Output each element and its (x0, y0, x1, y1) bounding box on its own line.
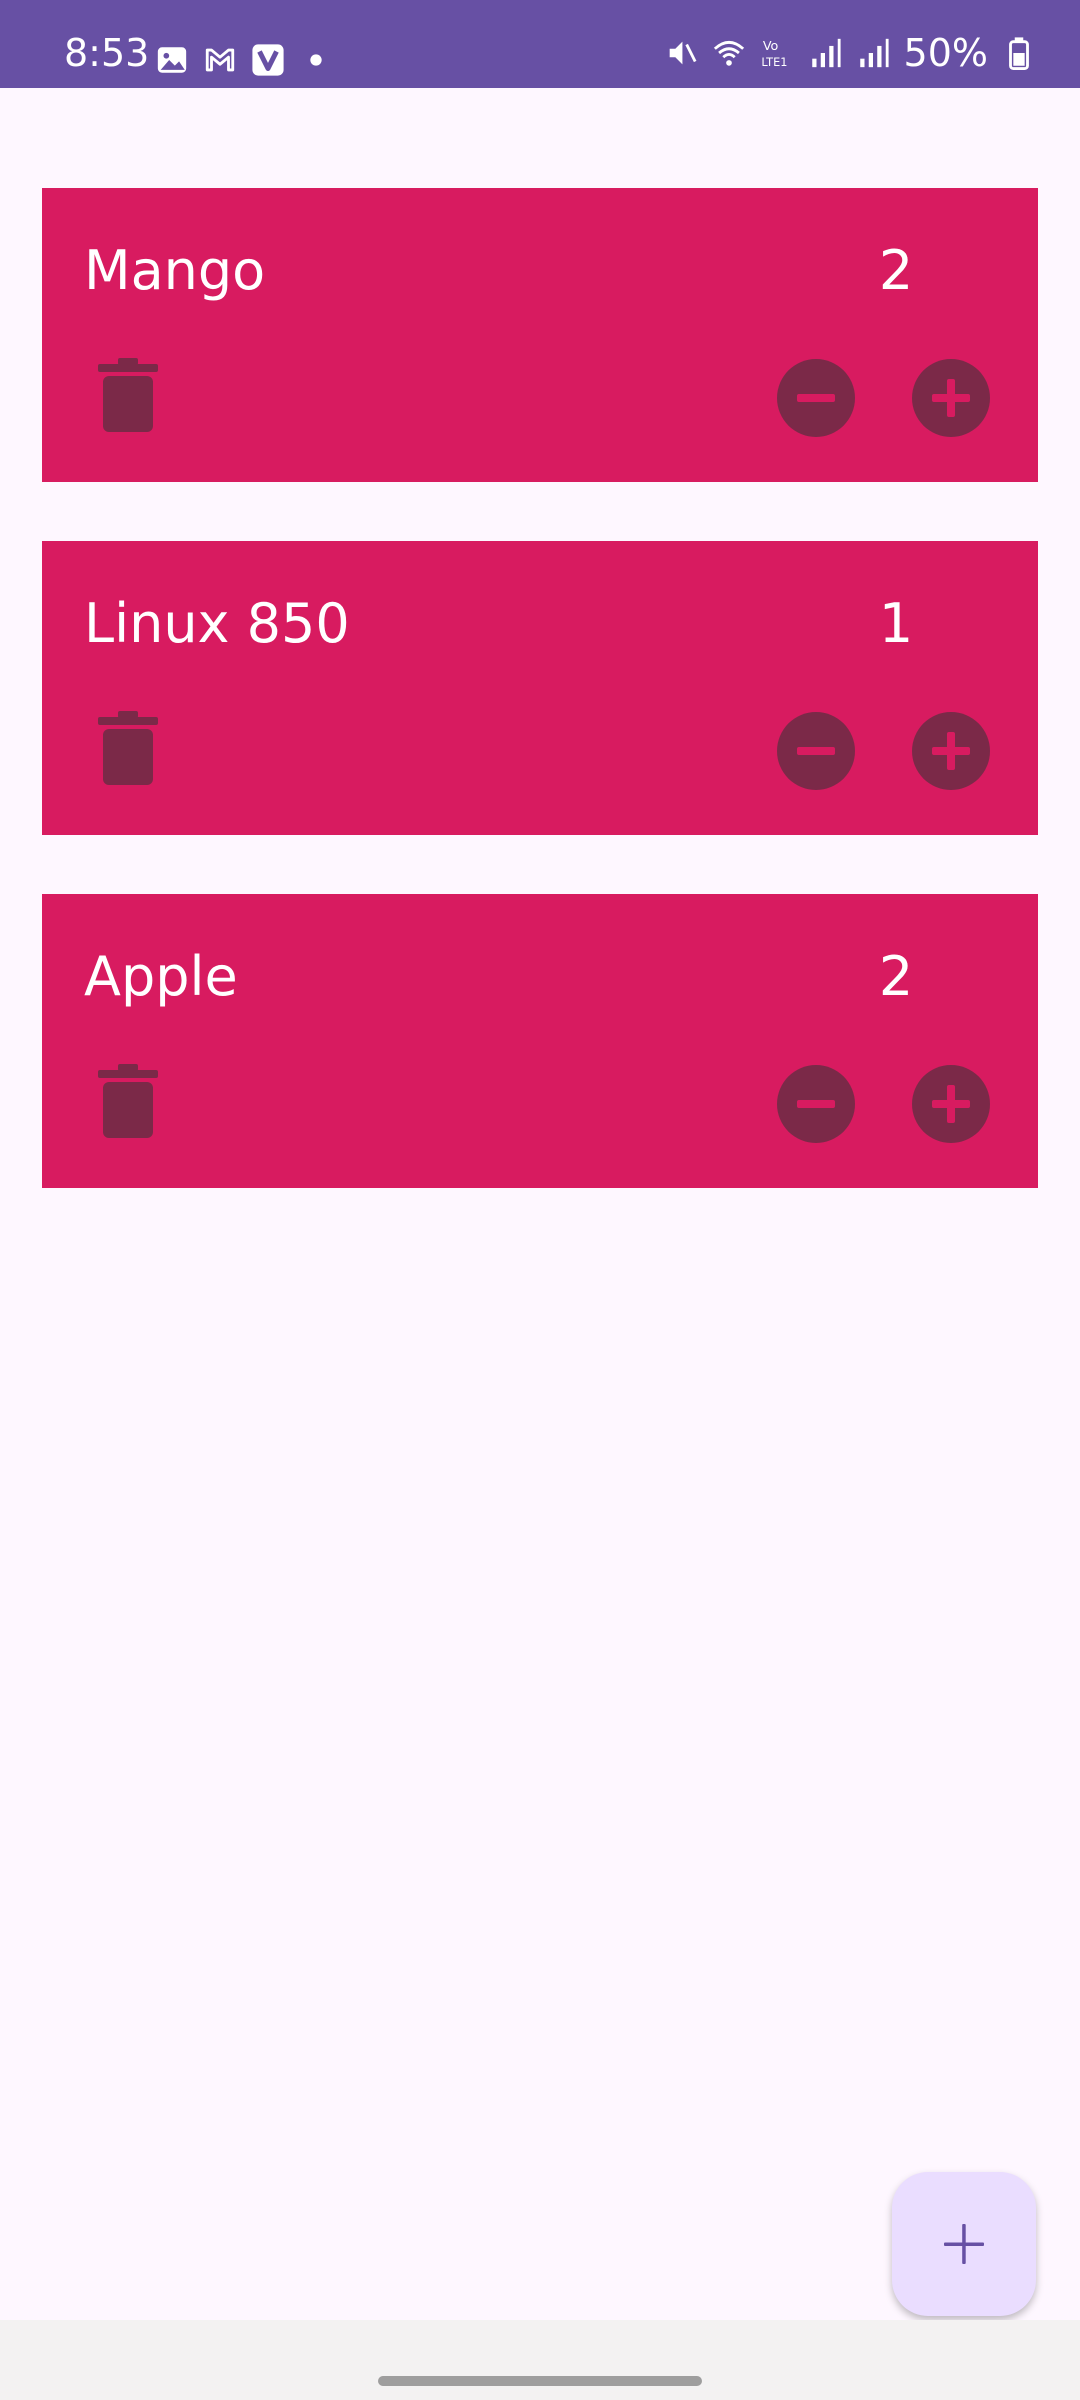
v-app-icon (252, 44, 284, 76)
delete-icon[interactable] (98, 711, 158, 785)
volte-icon: VoLTE1 (761, 39, 787, 69)
decrement-button[interactable] (777, 1065, 855, 1143)
gallery-icon (157, 47, 187, 73)
item-name: Mango (84, 239, 266, 302)
dot-icon (310, 54, 322, 66)
mute-icon (669, 41, 696, 65)
plus-icon (932, 379, 970, 417)
item-name: Linux 850 (84, 592, 350, 655)
item-card: Mango 2 (42, 188, 1038, 482)
minus-icon (797, 1100, 835, 1108)
status-bar: 8:53 Vo LTE1 50% (0, 0, 1080, 88)
plus-icon (932, 1085, 970, 1123)
wifi-icon (713, 40, 744, 66)
item-quantity: 2 (878, 945, 914, 1008)
decrement-button[interactable] (777, 712, 855, 790)
home-handle[interactable] (378, 2376, 702, 2386)
battery-icon (1009, 37, 1029, 70)
svg-text:LTE1: LTE1 (761, 55, 787, 69)
svg-text:Vo: Vo (762, 39, 778, 54)
battery-percent: 50% (903, 31, 988, 75)
minus-icon (797, 394, 835, 402)
delete-icon[interactable] (98, 1064, 158, 1138)
minus-icon (797, 747, 835, 755)
item-name: Apple (84, 945, 238, 1008)
add-item-button[interactable] (892, 2172, 1036, 2316)
status-time: 8:53 (64, 31, 150, 75)
gesture-nav-bar (0, 2320, 1080, 2400)
increment-button[interactable] (912, 1065, 990, 1143)
signal-icon (811, 38, 841, 68)
increment-button[interactable] (912, 359, 990, 437)
decrement-button[interactable] (777, 359, 855, 437)
increment-button[interactable] (912, 712, 990, 790)
item-quantity: 2 (878, 239, 914, 302)
delete-icon[interactable] (98, 358, 158, 432)
plus-icon (944, 2224, 984, 2264)
item-card: Apple 2 (42, 894, 1038, 1188)
gmail-icon (205, 48, 235, 72)
item-card: Linux 850 1 (42, 541, 1038, 835)
notification-icons (155, 43, 333, 77)
item-quantity: 1 (878, 592, 914, 655)
plus-icon (932, 732, 970, 770)
signal-icon (859, 38, 889, 68)
system-icons: Vo LTE1 50% (664, 34, 1036, 72)
